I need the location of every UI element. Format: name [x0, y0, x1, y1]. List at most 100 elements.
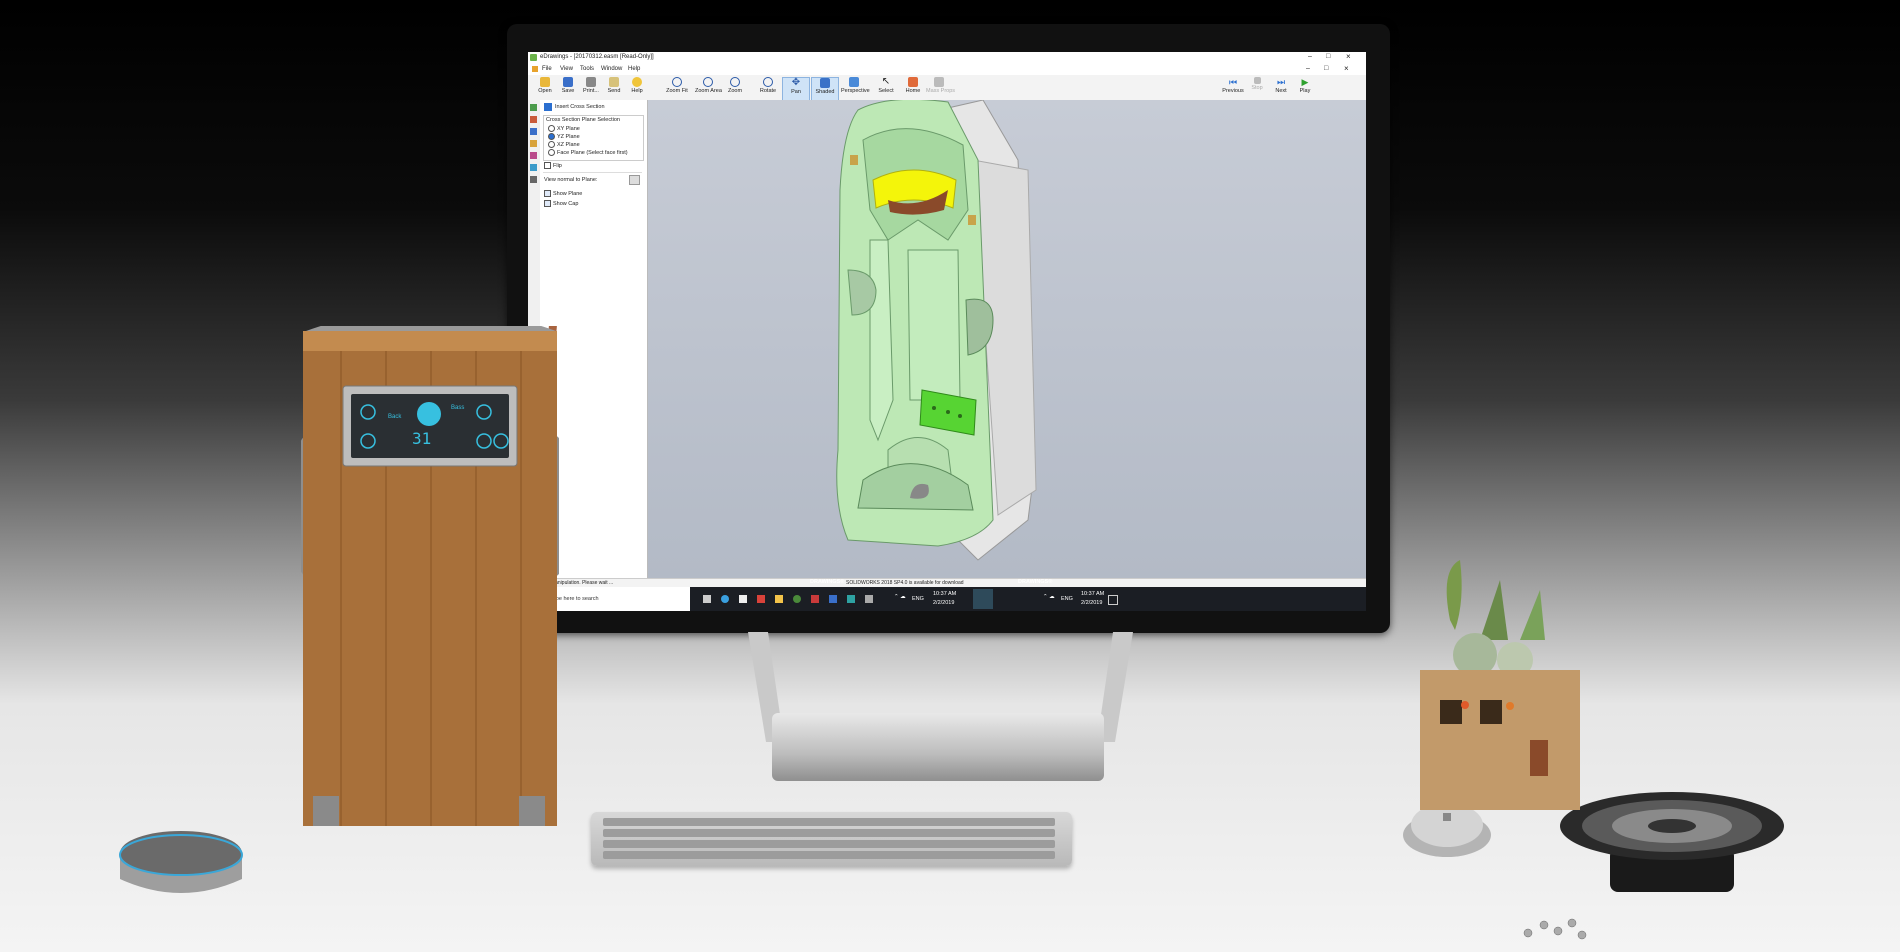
- cross-section-model: [836, 98, 1037, 561]
- divider: [543, 172, 642, 173]
- next-icon: ⏭: [1276, 77, 1286, 87]
- screws: [1523, 918, 1587, 940]
- minimize-button[interactable]: –: [1308, 53, 1312, 60]
- play-button[interactable]: ▶ Play: [1292, 77, 1318, 99]
- envelope-icon: [609, 77, 619, 87]
- plane-option-yz[interactable]: YZ Plane: [548, 133, 580, 140]
- app-icon: [530, 54, 537, 61]
- perspective-button[interactable]: Perspective: [841, 77, 870, 99]
- bamboo-speaker: [301, 326, 559, 826]
- cube-icon: [820, 78, 830, 88]
- mass-props-icon: [934, 77, 944, 87]
- menu-tools[interactable]: Tools: [580, 66, 594, 72]
- clock-date-1[interactable]: 2/2/2019: [933, 600, 954, 606]
- select-button[interactable]: ↖ Select: [873, 77, 899, 99]
- doc-restore-button[interactable]: □: [1324, 65, 1328, 72]
- pan-button[interactable]: ✥ Pan: [782, 77, 810, 101]
- doc-close-button[interactable]: ×: [1344, 64, 1349, 73]
- section-icon: [544, 103, 552, 111]
- previous-icon: ⏮: [1228, 77, 1238, 87]
- home-button[interactable]: Home: [900, 77, 926, 99]
- plant-pot: [1420, 560, 1580, 810]
- menu-help[interactable]: Help: [628, 66, 640, 72]
- plane-option-xz[interactable]: XZ Plane: [548, 141, 580, 148]
- menu-view[interactable]: View: [560, 66, 573, 72]
- view-normal-button[interactable]: [629, 175, 640, 185]
- plane-group-label: Cross Section Plane Selection: [546, 117, 620, 123]
- clock-time-2[interactable]: 10:37 AM: [1081, 591, 1104, 597]
- tray-icons-2[interactable]: ⌃ ☁: [1043, 594, 1055, 600]
- 3d-viewport[interactable]: [648, 98, 1366, 578]
- speaker-bass-label: Bass: [451, 405, 465, 411]
- toolbar: Open Save Print... Send Help Zoom Fit Zo…: [528, 75, 1366, 101]
- previous-button[interactable]: ⏮ Previous: [1220, 77, 1246, 99]
- close-button[interactable]: ×: [1346, 52, 1351, 61]
- help-icon: [632, 77, 642, 87]
- language-2[interactable]: ENG: [1061, 596, 1073, 602]
- app-icon-grey[interactable]: [865, 595, 873, 603]
- folder-icon: [540, 77, 550, 87]
- cursor-icon: ↖: [881, 76, 891, 87]
- plane-selection-group: Cross Section Plane Selection XY Plane Y…: [543, 115, 644, 161]
- plane-option-face[interactable]: Face Plane (Select face first): [548, 149, 628, 156]
- edge-icon[interactable]: [721, 595, 729, 603]
- edrawings-brand-2: DRAWINGS®: [1018, 579, 1053, 585]
- speaker-back-label: Back: [388, 414, 402, 420]
- edrawings-taskbar-icon[interactable]: [847, 595, 855, 603]
- zoom-area-button[interactable]: Zoom Area: [695, 77, 722, 99]
- clock-date-2[interactable]: 2/2/2019: [1081, 600, 1102, 606]
- edrawings-window: eDrawings - [20170312.easm [Read-Only]] …: [528, 52, 1366, 611]
- zoom-fit-icon: [672, 77, 682, 87]
- zoom-icon: [730, 77, 740, 87]
- explode-icon[interactable]: [530, 176, 537, 183]
- maximize-button[interactable]: □: [1326, 53, 1330, 60]
- show-cap-checkbox[interactable]: Show Cap: [544, 200, 578, 207]
- shaded-button[interactable]: Shaded: [811, 77, 839, 101]
- configurations-icon[interactable]: [530, 128, 537, 135]
- keyboard: [591, 812, 1072, 866]
- zoom-button[interactable]: Zoom: [722, 77, 748, 99]
- update-notice[interactable]: SOLIDWORKS 2018 SP4.0 is available for d…: [846, 580, 964, 586]
- menu-file[interactable]: File: [542, 66, 552, 72]
- section-icon[interactable]: [530, 164, 537, 171]
- printer-icon: [586, 77, 596, 87]
- rotate-button[interactable]: Rotate: [755, 77, 781, 99]
- stop-button[interactable]: Stop: [1244, 77, 1270, 99]
- word-icon[interactable]: [829, 595, 837, 603]
- view-normal-label: View normal to Plane:: [544, 177, 598, 183]
- mass-props-button[interactable]: Mass Props: [926, 77, 955, 99]
- home-icon: [908, 77, 918, 87]
- monitor-base: [772, 713, 1104, 781]
- doc-minimize-button[interactable]: –: [1306, 65, 1310, 72]
- pan-icon: ✥: [791, 77, 801, 88]
- panel-header: Insert Cross Section: [555, 104, 605, 110]
- next-button[interactable]: ⏭ Next: [1268, 77, 1294, 99]
- edrawings-brand-1: DRAWINGS®: [810, 579, 845, 585]
- menu-bar: File View Tools Window Help – □ ×: [528, 64, 1366, 75]
- notification-icon[interactable]: [1108, 595, 1118, 605]
- speaker-display: 31: [412, 429, 432, 448]
- app-icon-red[interactable]: [757, 595, 765, 603]
- show-plane-checkbox[interactable]: Show Plane: [544, 190, 582, 197]
- zoom-fit-button[interactable]: Zoom Fit: [664, 77, 690, 99]
- chrome-icon[interactable]: [793, 595, 801, 603]
- edrawings-active-icon[interactable]: [973, 589, 993, 609]
- acrobat-icon[interactable]: [811, 595, 819, 603]
- plane-option-xy[interactable]: XY Plane: [548, 125, 580, 132]
- zoom-area-icon: [703, 77, 713, 87]
- views-icon[interactable]: [530, 140, 537, 147]
- explorer-icon[interactable]: [739, 595, 747, 603]
- play-icon: ▶: [1301, 77, 1309, 87]
- components-icon[interactable]: [530, 104, 537, 111]
- window-title: eDrawings - [20170312.easm [Read-Only]]: [540, 54, 654, 60]
- language-1[interactable]: ENG: [912, 596, 924, 602]
- markup-icon[interactable]: [530, 116, 537, 123]
- clock-time-1[interactable]: 10:37 AM: [933, 591, 956, 597]
- measure-icon[interactable]: [530, 152, 537, 159]
- menu-window[interactable]: Window: [601, 66, 622, 72]
- tray-icons-1[interactable]: ⌃ ☁: [894, 594, 906, 600]
- help-button[interactable]: Help: [624, 77, 650, 99]
- task-view-icon[interactable]: [703, 595, 711, 603]
- folder-icon[interactable]: [775, 595, 783, 603]
- flip-checkbox[interactable]: Flip: [544, 162, 562, 169]
